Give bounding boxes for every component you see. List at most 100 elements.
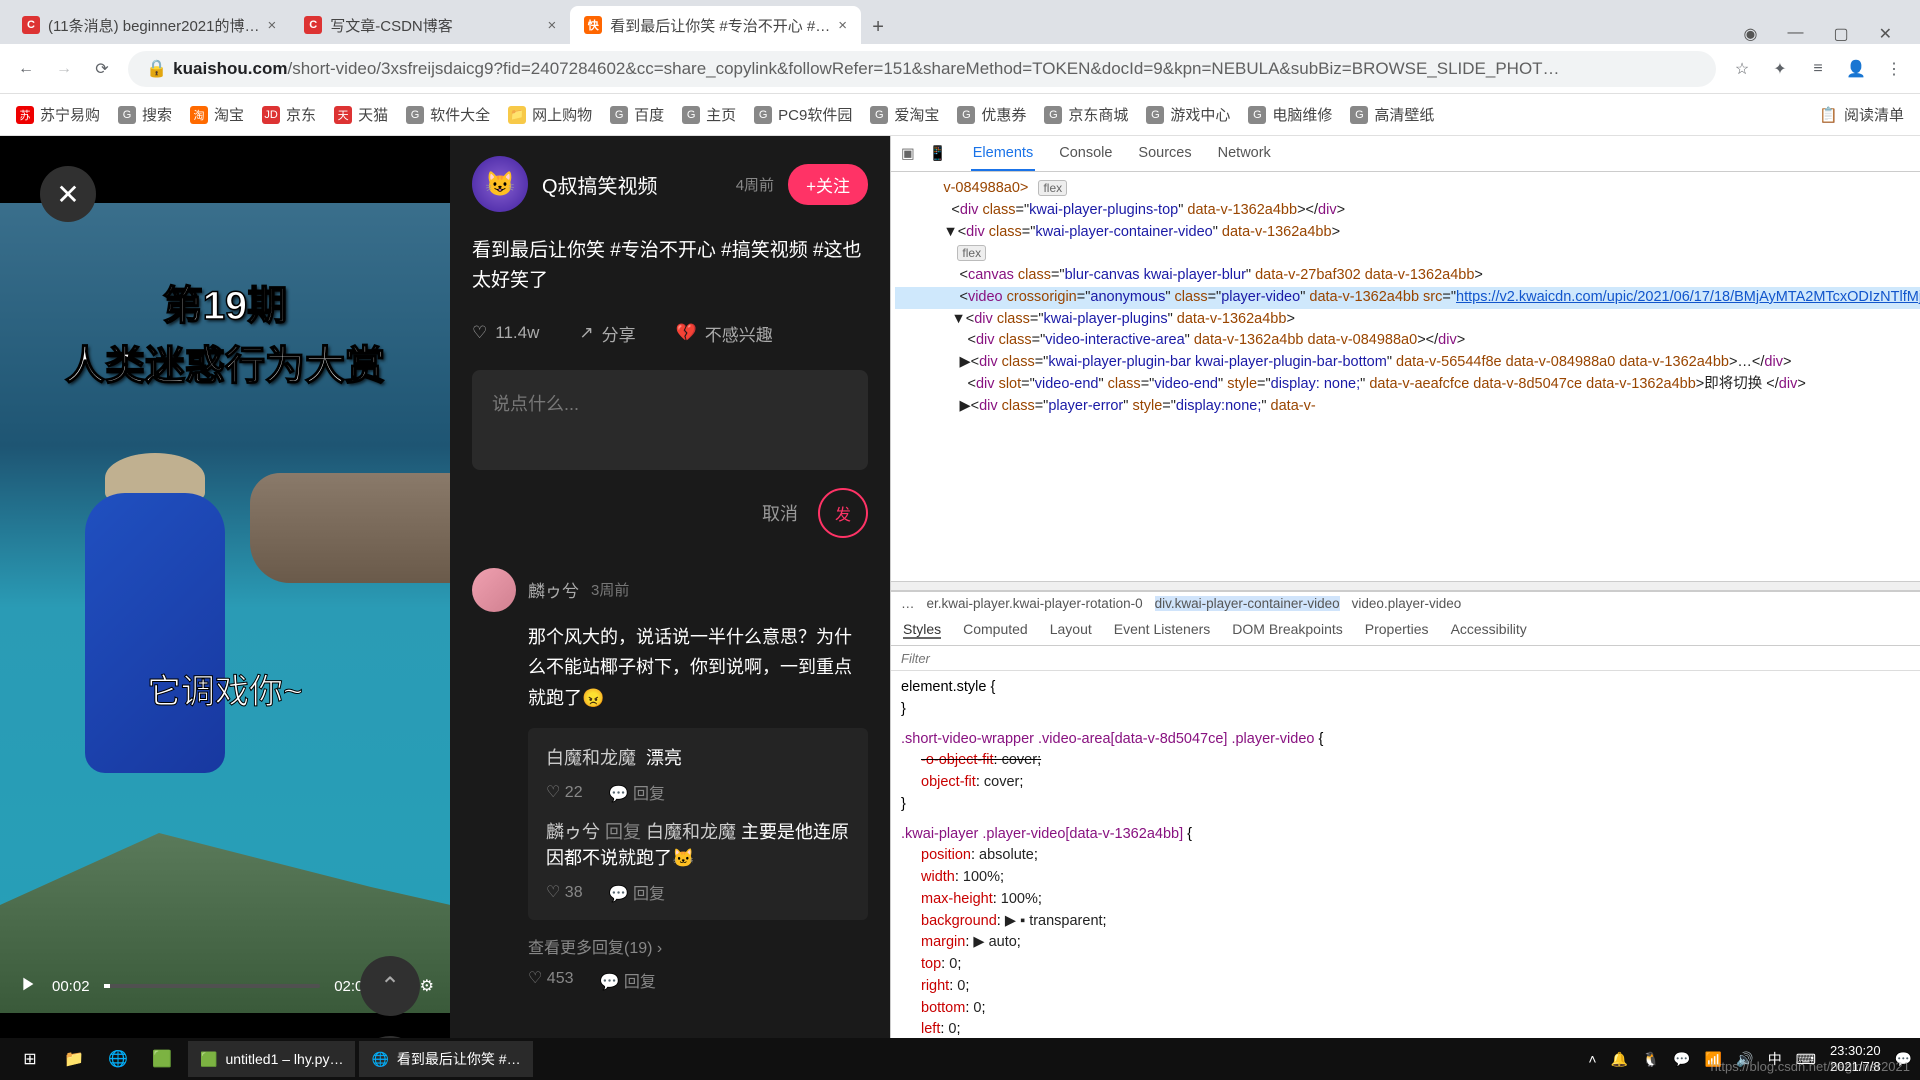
close-icon[interactable]: × [547, 17, 556, 34]
publish-time: 4周前 [736, 174, 774, 195]
bookmark[interactable]: 📁网上购物 [508, 104, 592, 125]
video-scenery [250, 473, 450, 583]
more-replies[interactable]: 查看更多回复(19) › [528, 934, 868, 958]
browser-tab[interactable]: C(11条消息) beginner2021的博…× [8, 6, 290, 44]
star-icon[interactable]: ☆ [1730, 57, 1754, 81]
reply: 白魔和龙魔 漂亮 ♡ 22💬 回复 麟ゥ兮 回复 白魔和龙魔 主要是他连原因都不… [528, 728, 868, 920]
browser-tab[interactable]: C写文章-CSDN博客× [290, 6, 570, 44]
minimize-icon[interactable]: — [1787, 24, 1803, 44]
profile-icon[interactable]: 👤 [1844, 57, 1868, 81]
devtools: ▣ 📱 Elements Console Sources Network ⚠ 3… [890, 136, 1920, 1080]
bookmark[interactable]: GPC9软件园 [754, 104, 852, 125]
watermark: https://blog.csdn.net/beginner2021 [1711, 1059, 1910, 1074]
chat-icon[interactable]: 💬 [1673, 1051, 1690, 1068]
close-icon[interactable]: × [838, 17, 847, 34]
close-window-icon[interactable]: ✕ [1879, 24, 1892, 44]
close-icon[interactable]: × [267, 17, 276, 34]
taskbar-app[interactable]: 🌐看到最后让你笑 #… [359, 1041, 532, 1077]
device-icon[interactable]: 📱 [929, 145, 947, 162]
forward-icon: → [52, 57, 76, 81]
qq-icon[interactable]: 🐧 [1642, 1051, 1659, 1068]
video-player[interactable]: 第19期 人类迷惑行为大赏 它调戏你~ 00:02 02:07 🔇 ⚙ [0, 203, 450, 1013]
settings-icon[interactable]: ⚙ [420, 976, 434, 996]
devtools-tab[interactable]: Elements [971, 137, 1035, 171]
comment: 麟ゥ兮3周前 那个风大的，说话说一半什么意思？为什么不能站椰子树下，你到说啊，一… [472, 568, 868, 992]
bell-icon[interactable]: 🔔 [1611, 1051, 1628, 1068]
browser-tab[interactable]: 快看到最后让你笑 #专治不开心 #…× [570, 6, 861, 44]
dislike-button[interactable]: 💔 不感兴趣 [676, 321, 773, 346]
like-icon[interactable]: ♡ 22 [546, 782, 583, 802]
bookmark[interactable]: 天天猫 [334, 104, 388, 125]
bookmark[interactable]: G高清壁纸 [1350, 104, 1434, 125]
breadcrumb[interactable]: … er.kwai-player.kwai-player-rotation-0 … [891, 591, 1920, 615]
reply-icon[interactable]: 💬 回复 [600, 968, 656, 992]
tray-up-icon[interactable]: ˄ [1588, 1051, 1596, 1067]
time-current: 00:02 [52, 978, 90, 995]
devtools-tab[interactable]: Sources [1136, 137, 1193, 171]
maximize-icon[interactable]: ▢ [1833, 24, 1848, 44]
bookmark[interactable]: JD京东 [262, 104, 316, 125]
bookmark[interactable]: G百度 [610, 104, 664, 125]
explorer-icon[interactable]: 📁 [52, 1041, 96, 1077]
pycharm-icon[interactable]: 🟩 [140, 1041, 184, 1077]
devtools-tab[interactable]: Console [1057, 137, 1114, 171]
url-field[interactable]: 🔒kuaishou.com/short-video/3xsfreijsdaicg… [128, 51, 1716, 87]
bookmark[interactable]: G主页 [682, 104, 736, 125]
bookmarks-bar: 苏苏宁易购 G搜索淘淘宝 JD京东天天猫 G软件大全 📁网上购物 G百度 G主页 GPC9软件… [0, 94, 1920, 136]
comment-author[interactable]: 麟ゥ兮 [528, 577, 579, 602]
video-caption: 它调戏你~ [0, 664, 450, 713]
back-icon[interactable]: ← [14, 57, 38, 81]
style-tabs: Styles Computed Layout Event Listeners D… [891, 615, 1920, 646]
styles-panel[interactable]: element.style {} short-video…95426.css:1… [891, 671, 1920, 1080]
cancel-button[interactable]: 取消 [762, 500, 798, 526]
taskbar: ⊞ 📁 🌐 🟩 🟩untitled1 – lhy.py… 🌐看到最后让你笑 #…… [0, 1038, 1920, 1080]
menu-icon[interactable]: ⋮ [1882, 57, 1906, 81]
avatar[interactable]: 😺 [472, 156, 528, 212]
new-tab-button[interactable]: + [861, 10, 895, 44]
reading-list[interactable]: 📋 阅读清单 [1819, 104, 1904, 125]
author-name[interactable]: Q叔搞笑视频 [542, 170, 658, 199]
reply-icon[interactable]: 💬 回复 [609, 780, 665, 804]
avatar[interactable] [472, 568, 516, 612]
bookmark[interactable]: G电脑维修 [1248, 104, 1332, 125]
address-bar: ← → ⟳ 🔒kuaishou.com/short-video/3xsfreij… [0, 44, 1920, 94]
list-icon[interactable]: ≡ [1806, 57, 1830, 81]
reload-icon[interactable]: ⟳ [90, 57, 114, 81]
comment-body: 那个风大的，说话说一半什么意思？为什么不能站椰子树下，你到说啊，一到重点就跑了😠 [472, 622, 868, 714]
follow-button[interactable]: +关注 [788, 164, 868, 205]
video-figure [60, 453, 250, 873]
bookmark[interactable]: G京东商城 [1044, 104, 1128, 125]
side-panel: › 😺 Q叔搞笑视频 4周前 +关注 看到最后让你笑 #专治不开心 #搞笑视频 … [450, 136, 890, 1080]
progress-bar[interactable] [104, 984, 321, 988]
reply-icon[interactable]: 💬 回复 [609, 880, 665, 904]
share-button[interactable]: ↗ 分享 [579, 321, 635, 346]
bookmark[interactable]: G爱淘宝 [870, 104, 939, 125]
extension-icon[interactable]: ✦ [1768, 57, 1792, 81]
account-icon[interactable]: ◉ [1744, 24, 1758, 44]
filter-input[interactable] [901, 650, 1920, 666]
comment-input[interactable]: 说点什么... [472, 370, 868, 470]
bookmark[interactable]: 淘淘宝 [190, 104, 244, 125]
dom-tree[interactable]: v-084988a0> flex <div class="kwai-player… [891, 172, 1920, 581]
close-video-button[interactable]: ✕ [40, 166, 96, 222]
inspect-icon[interactable]: ▣ [901, 146, 915, 162]
send-button[interactable]: 发 [818, 488, 868, 538]
bookmark[interactable]: G游戏中心 [1146, 104, 1230, 125]
bookmark[interactable]: G软件大全 [406, 104, 490, 125]
like-icon[interactable]: ♡ 453 [528, 968, 574, 992]
video-title: 看到最后让你笑 #专治不开心 #搞笑视频 #这也太好笑了 [472, 236, 868, 297]
like-icon[interactable]: ♡ 38 [546, 882, 583, 902]
start-icon[interactable]: ⊞ [8, 1041, 52, 1077]
taskbar-app[interactable]: 🟩untitled1 – lhy.py… [188, 1041, 355, 1077]
devtools-tab[interactable]: Network [1216, 137, 1273, 171]
like-button[interactable]: ♡ 11.4w [472, 321, 539, 346]
bookmark[interactable]: 苏苏宁易购 [16, 104, 100, 125]
bookmark[interactable]: G优惠券 [957, 104, 1026, 125]
prev-video-button[interactable]: ⌃ [360, 956, 420, 1016]
edge-icon[interactable]: 🌐 [96, 1041, 140, 1077]
video-overlay-text: 第19期 [0, 273, 450, 331]
video-overlay-text: 人类迷惑行为大赏 [0, 333, 450, 391]
browser-tabstrip: C(11条消息) beginner2021的博…× C写文章-CSDN博客× 快… [0, 0, 1920, 44]
bookmark[interactable]: G搜索 [118, 104, 172, 125]
play-icon[interactable] [16, 973, 38, 1000]
